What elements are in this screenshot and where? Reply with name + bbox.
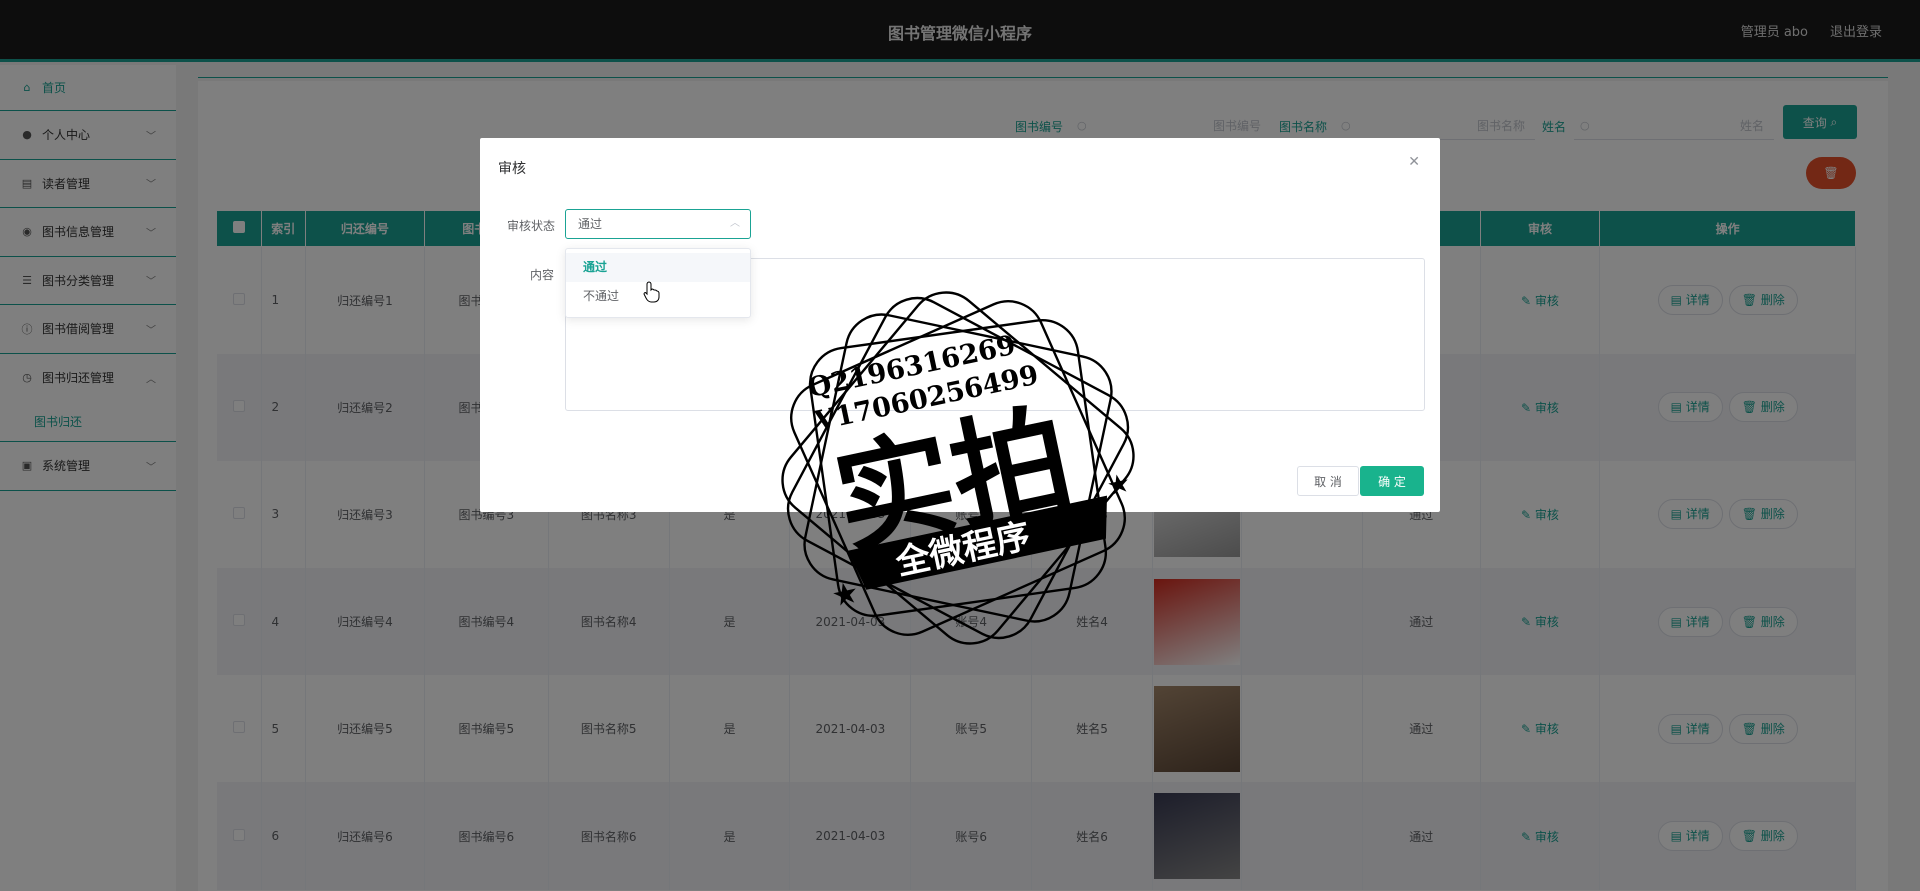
status-label: 审核状态 xyxy=(507,219,556,233)
option-pass[interactable]: 通过 xyxy=(566,253,750,282)
content-label: 内容 xyxy=(530,268,555,282)
close-icon[interactable]: ✕ xyxy=(1408,154,1420,170)
cancel-button[interactable]: 取 消 xyxy=(1297,466,1359,496)
dialog-title: 审核 xyxy=(498,161,526,177)
star-icon: ★ xyxy=(829,575,863,615)
confirm-button[interactable]: 确 定 xyxy=(1360,466,1424,496)
chevron-up-icon: ︿ xyxy=(730,218,740,229)
status-select[interactable]: 通过 ︿ xyxy=(565,209,751,239)
watermark-stamp: Q2196316269 V17060256499 实拍 全微程序 ★ ★ xyxy=(781,291,1135,645)
hand-cursor-icon xyxy=(643,281,660,303)
